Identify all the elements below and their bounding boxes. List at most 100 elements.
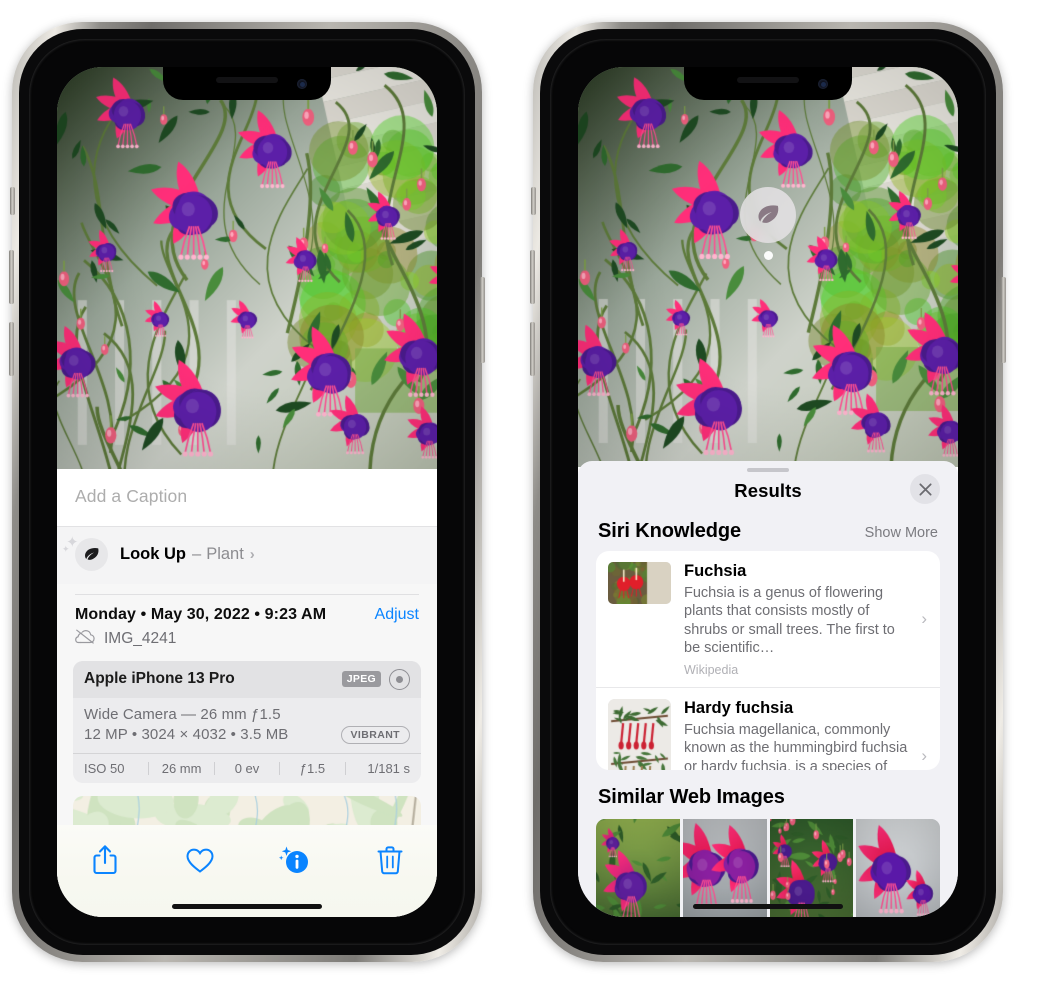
power-button[interactable]: [480, 277, 485, 363]
fuchsia-photo[interactable]: [57, 67, 437, 469]
badge-anchor-dot: [763, 251, 773, 260]
iphone-left: Add a Caption ✦ ✦ Look Up – Plant › Mond…: [9, 22, 485, 962]
exif-header: Apple iPhone 13 Pro JPEG: [73, 660, 421, 698]
screen-left: Add a Caption ✦ ✦ Look Up – Plant › Mond…: [57, 67, 437, 917]
share-icon: [92, 845, 117, 875]
look-up-subject: Plant: [206, 545, 244, 563]
image-size-info: 12 MP • 3024 × 4032 • 3.5 MB: [84, 726, 289, 743]
web-image-2[interactable]: [682, 819, 767, 917]
notch: [163, 67, 331, 100]
web-image-3[interactable]: [769, 819, 854, 917]
volume-up-button[interactable]: [530, 250, 535, 304]
result-thumbnail: [608, 699, 671, 770]
photo-filename: IMG_4241: [104, 629, 177, 647]
results-sheet: Results Siri Knowledge Show More Fuchsia…: [578, 461, 958, 917]
chevron-right-icon: ›: [249, 546, 255, 563]
phone-bezel-inner: Results Siri Knowledge Show More Fuchsia…: [550, 39, 986, 945]
volume-down-button[interactable]: [9, 322, 14, 376]
exif-stat-ev: 0 ev: [234, 760, 260, 776]
phone-bezel: Add a Caption ✦ ✦ Look Up – Plant › Mond…: [19, 29, 475, 955]
web-image-1[interactable]: [596, 819, 680, 917]
metadata-block: Monday • May 30, 2022 • 9:23 AM Adjust I…: [57, 584, 437, 649]
visual-lookup-badge[interactable]: [740, 187, 796, 260]
exif-stat-shutter: 1/181 s: [367, 760, 411, 776]
exif-stat-focal: 26 mm: [161, 760, 202, 776]
result-description: Fuchsia magellanica, commonly known as t…: [684, 721, 908, 770]
share-button[interactable]: [57, 839, 152, 881]
trash-icon: [377, 846, 402, 875]
notch: [684, 67, 852, 100]
earpiece-speaker: [737, 77, 799, 83]
photo-viewer[interactable]: [57, 67, 437, 469]
power-button[interactable]: [1001, 277, 1006, 363]
exif-body: Wide Camera — 26 mm ƒ1.5 12 MP • 3024 × …: [73, 698, 421, 753]
close-icon: [918, 482, 932, 496]
home-indicator[interactable]: [693, 904, 843, 909]
look-up-label: Look Up – Plant ›: [120, 545, 255, 564]
siri-knowledge-header: Siri Knowledge Show More: [578, 504, 958, 551]
web-image-4[interactable]: [856, 819, 940, 917]
list-item[interactable]: Fuchsia Fuchsia is a genus of flowering …: [596, 551, 940, 687]
silent-switch[interactable]: [10, 187, 15, 215]
front-camera-icon: [818, 79, 828, 89]
result-description: Fuchsia is a genus of flowering plants t…: [684, 584, 895, 657]
home-indicator[interactable]: [172, 904, 322, 909]
phone-bezel: Results Siri Knowledge Show More Fuchsia…: [540, 29, 996, 955]
info-button[interactable]: [247, 839, 342, 881]
icloud-slash-icon: [75, 629, 96, 649]
chevron-right-icon: ›: [921, 745, 927, 765]
photo-viewer[interactable]: [578, 67, 958, 467]
date-row: Monday • May 30, 2022 • 9:23 AM Adjust: [75, 606, 419, 624]
delete-button[interactable]: [342, 839, 437, 881]
caption-placeholder: Add a Caption: [75, 486, 188, 506]
look-up-text: Look Up: [120, 545, 186, 563]
page-title: Results: [734, 480, 802, 502]
close-button[interactable]: [910, 474, 940, 505]
photo-date: Monday • May 30, 2022 • 9:23 AM: [75, 605, 327, 623]
lens-info: Wide Camera — 26 mm ƒ1.5: [84, 705, 281, 723]
earpiece-speaker: [216, 77, 278, 83]
photo-info-sheet: Add a Caption ✦ ✦ Look Up – Plant › Mond…: [57, 469, 437, 917]
list-item[interactable]: Hardy fuchsia Fuchsia magellanica, commo…: [596, 687, 940, 770]
fuchsia-photo[interactable]: [578, 67, 958, 467]
similar-web-images-header: Similar Web Images: [578, 770, 958, 815]
siri-knowledge-card: Fuchsia Fuchsia is a genus of flowering …: [596, 551, 940, 770]
result-source: Wikipedia: [684, 663, 739, 677]
favorite-button[interactable]: [152, 839, 247, 881]
result-title: Fuchsia: [684, 562, 747, 581]
exif-stat-iso: ISO 50: [84, 760, 125, 776]
look-up-dash: –: [192, 545, 202, 563]
iphone-right: Results Siri Knowledge Show More Fuchsia…: [530, 22, 1006, 962]
volume-up-button[interactable]: [9, 250, 14, 304]
section-title: Similar Web Images: [598, 786, 785, 808]
exif-card: Apple iPhone 13 Pro JPEG Wide Camera — 2…: [73, 660, 421, 783]
screen-right: Results Siri Knowledge Show More Fuchsia…: [578, 67, 958, 917]
exif-stat-aperture: ƒ1.5: [299, 760, 326, 776]
section-title: Siri Knowledge: [598, 520, 742, 543]
result-title: Hardy fuchsia: [684, 699, 794, 717]
filename-row: IMG_4241: [75, 629, 419, 649]
format-badge: JPEG: [341, 671, 381, 687]
divider: [75, 594, 419, 595]
exif-stats-row: ISO 50 26 mm 0 ev ƒ1.5 1/181 s: [73, 752, 421, 783]
volume-down-button[interactable]: [530, 322, 535, 376]
front-camera-icon: [297, 79, 307, 89]
results-header: Results: [578, 472, 958, 505]
aperture-icon: [389, 668, 410, 690]
silent-switch[interactable]: [531, 187, 536, 215]
chevron-right-icon: ›: [921, 609, 927, 628]
result-thumbnail: [608, 562, 671, 605]
leaf-icon: [740, 187, 796, 243]
sparkle-icon-small: ✦: [62, 544, 70, 554]
camera-device: Apple iPhone 13 Pro: [84, 670, 235, 687]
phone-bezel-inner: Add a Caption ✦ ✦ Look Up – Plant › Mond…: [29, 39, 465, 945]
show-more-button[interactable]: Show More: [865, 525, 938, 541]
info-sparkle-icon: [278, 846, 308, 873]
heart-icon: [185, 848, 214, 873]
photographic-style-badge: VIBRANT: [340, 725, 410, 744]
caption-field[interactable]: Add a Caption: [57, 469, 437, 526]
adjust-button[interactable]: Adjust: [375, 606, 419, 624]
similar-web-images-strip: [578, 819, 958, 917]
leaf-icon: ✦ ✦: [62, 534, 108, 571]
look-up-row[interactable]: ✦ ✦ Look Up – Plant ›: [57, 526, 437, 584]
